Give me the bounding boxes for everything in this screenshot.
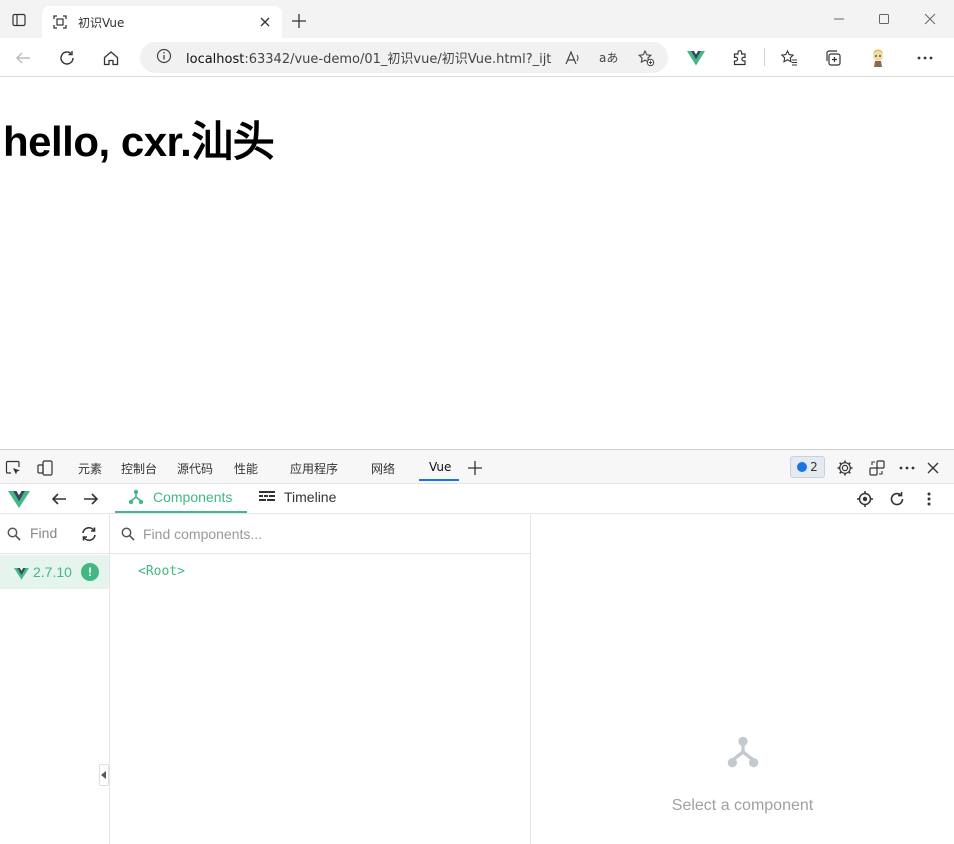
read-aloud-icon[interactable] <box>560 46 584 70</box>
devtools-tab-vue[interactable]: Vue <box>429 460 451 474</box>
app-find-label[interactable]: Find <box>30 525 57 541</box>
vue-more-icon[interactable] <box>918 488 940 510</box>
profile-avatar-icon[interactable] <box>866 46 890 70</box>
browser-toolbar: localhost:63342/vue-demo/01_初识vue/初识Vue.… <box>0 38 954 77</box>
inspector-empty-text: Select a component <box>671 797 814 814</box>
devtools-tab-sources[interactable]: 源代码 <box>177 460 213 477</box>
browser-titlebar: 初识Vue <box>0 0 954 38</box>
chevron-left-icon <box>101 771 106 779</box>
translate-icon[interactable]: aあ <box>596 46 620 70</box>
home-icon[interactable] <box>99 46 123 70</box>
inspector-empty-state: Select a component <box>531 734 954 815</box>
nav-back-icon[interactable] <box>48 488 70 510</box>
devtools-tab-performance[interactable]: 性能 <box>234 460 258 477</box>
vue-app-logo-icon <box>14 565 29 584</box>
close-window-icon[interactable] <box>919 8 941 30</box>
tab-close-icon[interactable] <box>256 13 274 31</box>
page-viewport: hello, cxr.汕头 <box>0 78 954 449</box>
devtools-tab-network[interactable]: 网络 <box>371 460 395 477</box>
nav-forward-icon[interactable] <box>80 488 102 510</box>
devtools-tabstrip: 元素 控制台 源代码 性能 应用程序 网络 Vue 2 <box>0 449 954 484</box>
add-favorite-icon[interactable] <box>634 46 658 70</box>
app-list-item[interactable]: 2.7.10 ! <box>0 555 109 589</box>
app-warning-icon[interactable]: ! <box>81 563 99 581</box>
inspect-element-icon[interactable] <box>3 458 23 478</box>
devtools-tab-console[interactable]: 控制台 <box>121 460 157 477</box>
more-menu-icon[interactable] <box>913 46 937 70</box>
components-tree-icon <box>128 489 144 505</box>
active-tab-indicator <box>419 479 459 481</box>
settings-gear-icon[interactable] <box>835 458 855 478</box>
timeline-icon <box>259 491 275 501</box>
tab-actions-icon[interactable] <box>8 9 30 31</box>
site-info-icon[interactable] <box>156 48 172 68</box>
minimize-icon[interactable] <box>828 8 850 30</box>
component-search-bar <box>110 514 530 554</box>
vue-active-tab-indicator <box>115 511 247 513</box>
browser-tab[interactable]: 初识Vue <box>42 6 282 38</box>
page-heading: hello, cxr.汕头 <box>3 118 275 165</box>
tab-components-label: Components <box>153 489 233 505</box>
devtools-more-icon[interactable] <box>897 458 917 478</box>
devtools-tab-elements[interactable]: 元素 <box>78 460 102 477</box>
component-tree-node-root[interactable]: <Root> <box>138 564 185 579</box>
select-component-in-page-icon[interactable] <box>854 488 876 510</box>
tab-title: 初识Vue <box>78 15 125 30</box>
close-devtools-icon[interactable] <box>923 458 943 478</box>
refresh-devtools-icon[interactable] <box>886 488 908 510</box>
tab-components[interactable]: Components <box>128 489 232 505</box>
svg-text:aあ: aあ <box>599 51 618 65</box>
app-selector-pane: Find 2.7.10 ! <box>0 514 110 844</box>
component-search-input[interactable] <box>143 522 513 546</box>
address-bar[interactable]: localhost:63342/vue-demo/01_初识vue/初识Vue.… <box>140 42 668 73</box>
devtools-tab-application[interactable]: 应用程序 <box>290 460 338 477</box>
connected-devices-icon[interactable] <box>867 458 887 478</box>
device-emulation-icon[interactable] <box>35 458 55 478</box>
app-find-row[interactable]: Find <box>0 514 110 554</box>
tab-timeline[interactable]: Timeline <box>259 489 336 505</box>
issues-icon <box>797 462 808 472</box>
app-refresh-icon[interactable] <box>79 524 99 544</box>
component-inspector-pane: Select a component <box>531 514 954 844</box>
search-icon <box>121 526 135 545</box>
extensions-icon[interactable] <box>728 46 752 70</box>
search-icon <box>7 526 21 545</box>
issues-badge[interactable]: 2 <box>790 456 825 478</box>
component-tree-placeholder-icon <box>725 734 761 770</box>
more-tools-plus-icon[interactable] <box>465 458 485 478</box>
vue-logo-icon <box>8 488 30 510</box>
new-tab-icon[interactable] <box>289 11 309 31</box>
toolbar-divider <box>764 48 765 66</box>
collections-icon[interactable] <box>821 46 845 70</box>
back-icon[interactable] <box>11 46 35 70</box>
refresh-icon[interactable] <box>55 46 79 70</box>
issues-count: 2 <box>810 460 818 474</box>
component-tree-pane: <Root> <box>110 514 531 844</box>
favorites-icon[interactable] <box>777 46 801 70</box>
maximize-icon[interactable] <box>873 8 895 30</box>
page-favicon-icon <box>52 14 68 30</box>
collapse-pane-handle[interactable] <box>99 764 109 786</box>
tab-timeline-label: Timeline <box>284 489 337 505</box>
vue-extension-icon[interactable] <box>684 46 708 70</box>
url-text[interactable]: localhost:63342/vue-demo/01_初识vue/初识Vue.… <box>186 48 552 67</box>
app-version: 2.7.10 <box>33 564 72 580</box>
vue-devtools-header: Components Timeline <box>0 484 954 514</box>
